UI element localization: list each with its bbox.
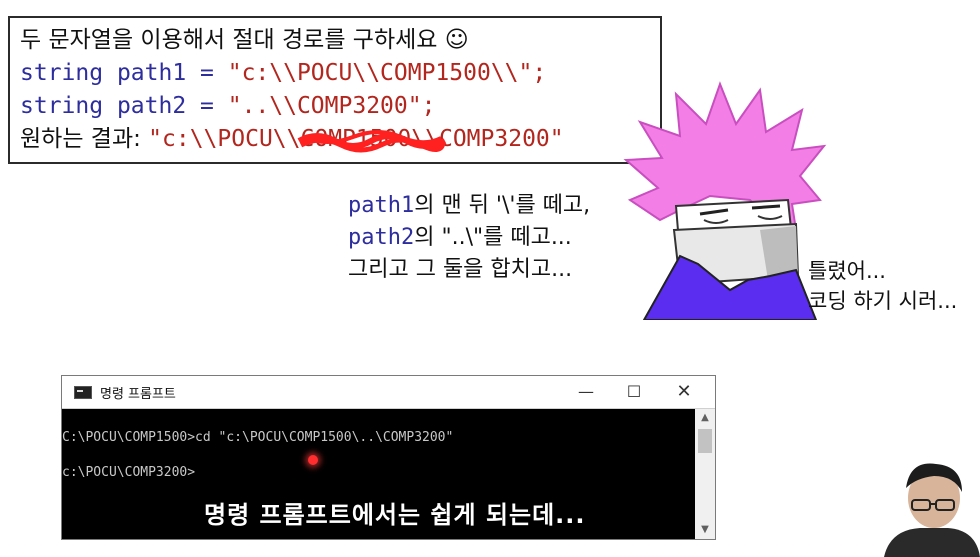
console-prompt: c:\POCU\COMP3200>: [62, 465, 196, 480]
code-line-path2: string path2 = "..\\COMP3200";: [20, 90, 650, 123]
minimize-button[interactable]: —: [563, 376, 609, 408]
thought-text: path1의 맨 뒤 '\'를 떼고, path2의 "..\"를 떼고... …: [348, 190, 590, 286]
path2-ref: path2: [348, 225, 415, 250]
window-titlebar[interactable]: 명령 프롬프트 — ☐ ✕: [62, 376, 715, 409]
path1-ref: path1: [348, 193, 415, 218]
struck-out-segment: COMP1500\\: [297, 123, 446, 156]
maximize-button[interactable]: ☐: [611, 376, 657, 408]
scroll-thumb[interactable]: [698, 429, 712, 453]
task-instruction: 두 문자열을 이용해서 절대 경로를 구하세요 ☺: [20, 27, 469, 53]
path1-value: "c:\\POCU\\COMP1500\\";: [227, 60, 547, 86]
window-title: 명령 프롬프트: [100, 386, 176, 402]
close-button[interactable]: ✕: [661, 376, 707, 408]
expected-result-prefix: "c:\\POCU\\: [148, 126, 301, 152]
remark-line-1: 틀렸어...: [808, 259, 886, 283]
character-remark: 틀렸어... 코딩 하기 시러...: [808, 256, 957, 316]
scroll-up-icon[interactable]: ▲: [695, 409, 715, 427]
subtitle-caption: 명령 프롬프트에서는 쉽게 되는데...: [204, 501, 586, 529]
code-line-path1: string path1 = "c:\\POCU\\COMP1500\\";: [20, 57, 650, 90]
console-line-1: C:\POCU\COMP1500>cd "c:\POCU\COMP1500\..…: [62, 430, 454, 445]
path2-value: "..\\COMP3200";: [227, 93, 436, 119]
code-example-box: 두 문자열을 이용해서 절대 경로를 구하세요 ☺ string path1 =…: [8, 16, 662, 164]
keyword-string: string: [20, 93, 104, 119]
path2-declaration: path2 =: [103, 93, 228, 119]
thought-line-2: path2의 "..\"를 떼고...: [348, 222, 590, 254]
presenter-webcam: [880, 458, 980, 557]
thought-line-3: 그리고 그 둘을 합치고...: [348, 257, 573, 282]
remark-line-2: 코딩 하기 시러...: [808, 289, 958, 313]
cmd-icon: [74, 385, 92, 399]
path1-declaration: path1 =: [103, 60, 228, 86]
struck-text: COMP1500\\: [300, 126, 439, 152]
scroll-down-icon[interactable]: ▼: [695, 521, 715, 539]
expected-result-suffix: COMP3200": [438, 126, 564, 152]
cartoon-character: [623, 81, 827, 320]
expected-result-line: 원하는 결과: "c:\\POCU\\COMP1500\\ COMP3200": [20, 123, 650, 156]
keyword-string: string: [20, 60, 104, 86]
thought-line-1-text: 의 맨 뒤 '\'를 떼고,: [414, 193, 591, 218]
thought-line-2-text: 의 "..\"를 떼고...: [414, 225, 572, 250]
vertical-scrollbar[interactable]: ▲ ▼: [695, 409, 715, 539]
mouse-pointer-highlight: [308, 455, 318, 465]
thought-line-1: path1의 맨 뒤 '\'를 떼고,: [348, 190, 590, 222]
expected-result-label: 원하는 결과:: [20, 126, 149, 152]
